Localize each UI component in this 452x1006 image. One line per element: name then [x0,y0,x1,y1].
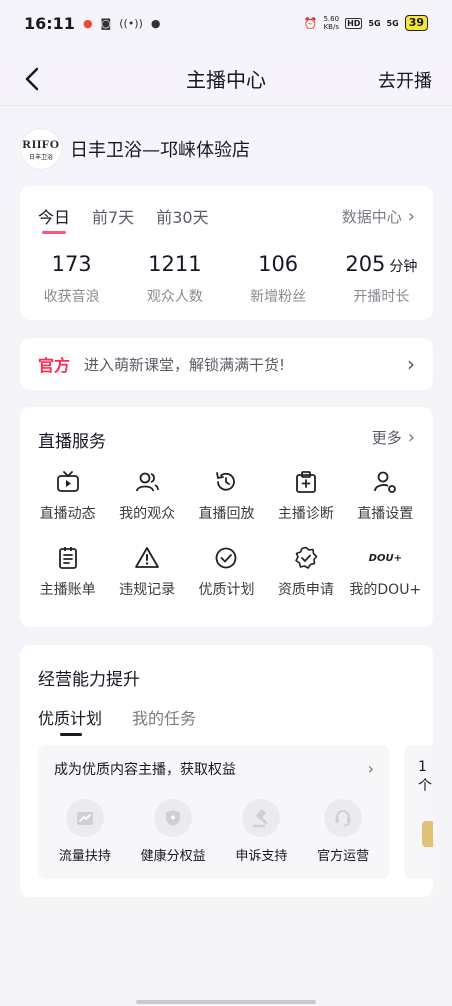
service-live-dynamics[interactable]: 直播动态 [28,469,107,523]
live-services-card: 直播服务 更多 › 直播动态 我的观众 直播回放 主播诊断 直播设置 主播账单 … [20,407,433,627]
network-speed: 5.60 KB/s [323,15,340,31]
metric-new-fans[interactable]: 106 新增粉丝 [227,252,330,306]
hotspot-icon: ((•)) [119,16,143,30]
badge-check-icon [293,545,319,571]
settings-user-icon [372,469,398,495]
chevron-right-icon: › [367,759,374,778]
page-title: 主播中心 [186,68,266,92]
status-time: 16:11 [24,13,75,33]
home-indicator[interactable] [136,1000,316,1004]
service-my-audience[interactable]: 我的观众 [107,469,186,523]
location-icon: ● [82,16,93,30]
metric-viewers[interactable]: 1211 观众人数 [123,252,226,306]
metric-live-duration[interactable]: 205 分钟 开播时长 [330,252,433,306]
diagnosis-icon [293,469,319,495]
app-notification-icon: ◙ [100,16,112,30]
stats-card: 今日 前7天 前30天 数据中心 › 173 收获音浪 1211 观众人数 10… [20,186,433,320]
alarm-icon: ⏰ [303,16,318,30]
service-diagnosis[interactable]: 主播诊断 [266,469,345,523]
benefit-traffic[interactable]: 流量扶持 [59,799,111,864]
next-plan-card-peek[interactable]: 1个 [404,745,433,879]
message-icon: ● [150,16,161,30]
service-quality-plan[interactable]: 优质计划 [187,545,266,599]
service-qualification[interactable]: 资质申请 [266,545,345,599]
tab-quality-plan[interactable]: 优质计划 [38,705,102,736]
data-center-link[interactable]: 数据中心 › [342,206,415,227]
more-link[interactable]: 更多 › [372,427,415,448]
back-arrow-icon [25,67,39,91]
shield-icon [154,799,193,837]
benefit-appeal[interactable]: 申诉支持 [235,799,287,864]
bill-icon [55,545,81,571]
shop-name: 日丰卫浴—邛崃体验店 [70,140,250,161]
promo-banner[interactable]: 官方 进入萌新课堂，解锁满满干货! › [20,338,433,390]
audience-icon [134,469,160,495]
benefit-official-ops[interactable]: 官方运营 [317,799,369,864]
signal-1: 5G [368,18,381,28]
tab-30-days[interactable]: 前30天 [156,204,208,228]
service-bill[interactable]: 主播账单 [28,545,107,599]
back-button[interactable] [18,64,48,94]
check-circle-icon [213,545,239,571]
chevron-right-icon: › [407,352,415,376]
nav-bar: 主播中心 去开播 [0,52,452,106]
shop-logo: RIIFO 日丰卫浴 [20,128,62,170]
tab-my-tasks[interactable]: 我的任务 [132,705,196,729]
plan-heading: 成为优质内容主播，获取权益 [54,762,236,778]
official-tag: 官方 [38,356,71,375]
hd-badge: HD [345,17,363,29]
headset-icon [324,799,363,837]
quality-plan-card[interactable]: 成为优质内容主播，获取权益 › 流量扶持 健康分权益 申诉支持 官方运营 [38,745,390,879]
replay-icon [213,469,239,495]
section-title: 直播服务 [38,432,106,452]
tab-7-days[interactable]: 前7天 [92,204,134,228]
signal-2: 5G [386,18,399,28]
service-replay[interactable]: 直播回放 [187,469,266,523]
metric-sound-waves[interactable]: 173 收获音浪 [20,252,123,306]
section-title: 经营能力提升 [38,670,140,690]
shop-header[interactable]: RIIFO 日丰卫浴 日丰卫浴—邛崃体验店 [20,128,250,170]
promo-text: 进入萌新课堂，解锁满满干货! [84,355,286,374]
tab-today[interactable]: 今日 [38,204,70,234]
service-dou-plus[interactable]: DOU+ 我的DOU+ [346,545,425,599]
chevron-right-icon: › [407,427,415,448]
benefit-health-score[interactable]: 健康分权益 [141,799,206,864]
peek-image [422,821,433,847]
go-live-button[interactable]: 去开播 [378,67,432,93]
battery-level: 39 [404,15,428,31]
chevron-right-icon: › [407,205,415,227]
service-live-settings[interactable]: 直播设置 [346,469,425,523]
service-violations[interactable]: 违规记录 [107,545,186,599]
dou-icon: DOU+ [368,552,402,564]
warning-icon [134,545,160,571]
gavel-icon [242,799,281,837]
tv-play-icon [55,469,81,495]
traffic-icon [65,799,104,837]
ability-card: 经营能力提升 优质计划 我的任务 成为优质内容主播，获取权益 › 流量扶持 健康… [20,645,433,897]
status-bar: 16:11 ● ◙ ((•)) ● ⏰ 5.60 KB/s HD 5G 5G 39 [0,0,452,46]
